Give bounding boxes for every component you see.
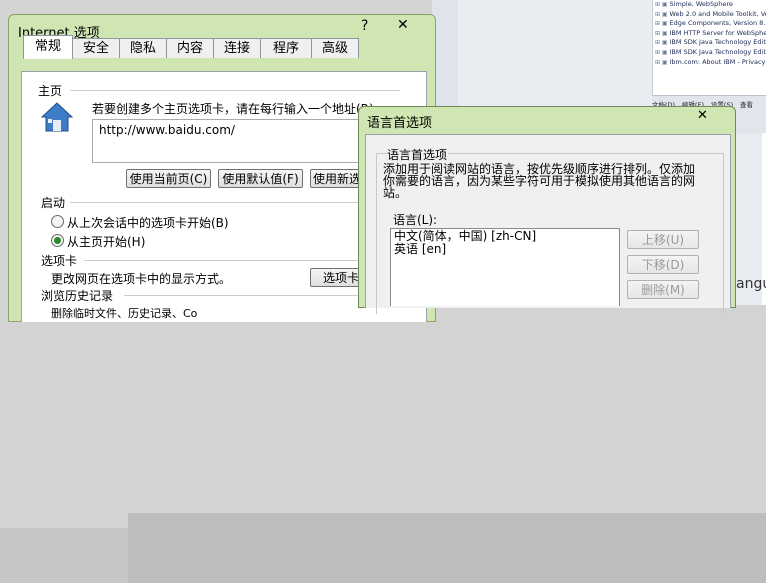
close-icon[interactable]: ✕ <box>397 17 409 33</box>
history-section-label: 浏览历史记录 <box>41 289 114 303</box>
tab-security[interactable]: 安全 <box>72 38 120 58</box>
close-icon[interactable]: ✕ <box>697 108 708 123</box>
remove-button[interactable]: 删除(M) <box>627 280 699 299</box>
use-current-button[interactable]: 使用当前页(C) <box>126 169 211 188</box>
radio-last-session-label: 从上次会话中的选项卡开始(B) <box>67 216 229 230</box>
house-icon <box>40 102 74 132</box>
use-new-tab-button[interactable]: 使用新选项卡(U) <box>310 169 362 188</box>
help-icon[interactable]: ? <box>361 18 368 34</box>
language-list-label: 语言(L): <box>393 213 438 227</box>
language-description: 添加用于阅读网站的语言，按优先级顺序进行排列。仅添加你需要的语言，因为某些字符可… <box>383 162 696 200</box>
list-item[interactable]: IBM SDK Java Technology Edition <box>653 48 766 58</box>
tab-general[interactable]: 常规 <box>23 35 73 59</box>
move-up-button[interactable]: 上移(U) <box>627 230 699 249</box>
list-item[interactable]: Web 2.0 and Mobile Toolkit, Ver <box>653 10 766 20</box>
homepage-section-label: 主页 <box>38 84 63 98</box>
divider <box>70 90 400 91</box>
history-description: 删除临时文件、历史记录、Co <box>51 307 198 320</box>
radio-home-page-label: 从主页开始(H) <box>67 235 146 249</box>
radio-last-session[interactable] <box>51 215 64 228</box>
move-down-button[interactable]: 下移(D) <box>627 255 699 274</box>
list-item[interactable]: 英语 [en] <box>394 243 616 256</box>
radio-home-page[interactable] <box>51 234 64 247</box>
homepage-instruction: 若要创建多个主页选项卡，请在每行输入一个地址(R)。 <box>92 102 386 116</box>
homepage-url-input[interactable]: http://www.baidu.com/ <box>92 119 382 163</box>
tab-programs[interactable]: 程序 <box>260 38 312 58</box>
tab-connections[interactable]: 连接 <box>213 38 261 58</box>
tab-content[interactable]: 内容 <box>166 38 214 58</box>
tab-privacy[interactable]: 隐私 <box>119 38 167 58</box>
list-item[interactable]: IBM HTTP Server for WebSphere <box>653 29 766 39</box>
list-item[interactable]: IBM SDK Java Technology Edition <box>653 38 766 48</box>
divider <box>124 295 360 296</box>
menu-item[interactable]: 查看 <box>740 101 753 109</box>
list-item[interactable]: Ibm.com: About IBM - Privacy - <box>653 58 766 68</box>
tabs-description: 更改网页在选项卡中的显示方式。 <box>51 272 232 286</box>
list-item[interactable]: Simple, WebSphere <box>653 0 766 10</box>
startup-section-label: 启动 <box>41 196 66 210</box>
background-tree-list: Simple, WebSphere Web 2.0 and Mobile Too… <box>652 0 766 95</box>
tabs-settings-button[interactable]: 选项卡(T) <box>310 268 362 287</box>
tab-advanced[interactable]: 高级 <box>311 38 359 58</box>
use-default-button[interactable]: 使用默认值(F) <box>218 169 303 188</box>
tabs-section-label: 选项卡 <box>41 254 78 268</box>
list-item[interactable]: Edge Components, Version 8.5 <box>653 19 766 29</box>
group-title: 语言首选项 <box>386 146 449 163</box>
dialog-title: 语言首选项 <box>367 116 433 131</box>
obscured-area-dark <box>128 513 766 583</box>
divider <box>70 202 360 203</box>
obscured-area-dark <box>0 528 128 583</box>
background-text: angua <box>736 276 766 292</box>
divider <box>84 260 360 261</box>
language-list[interactable]: 中文(简体，中国) [zh-CN] 英语 [en] <box>390 228 620 306</box>
